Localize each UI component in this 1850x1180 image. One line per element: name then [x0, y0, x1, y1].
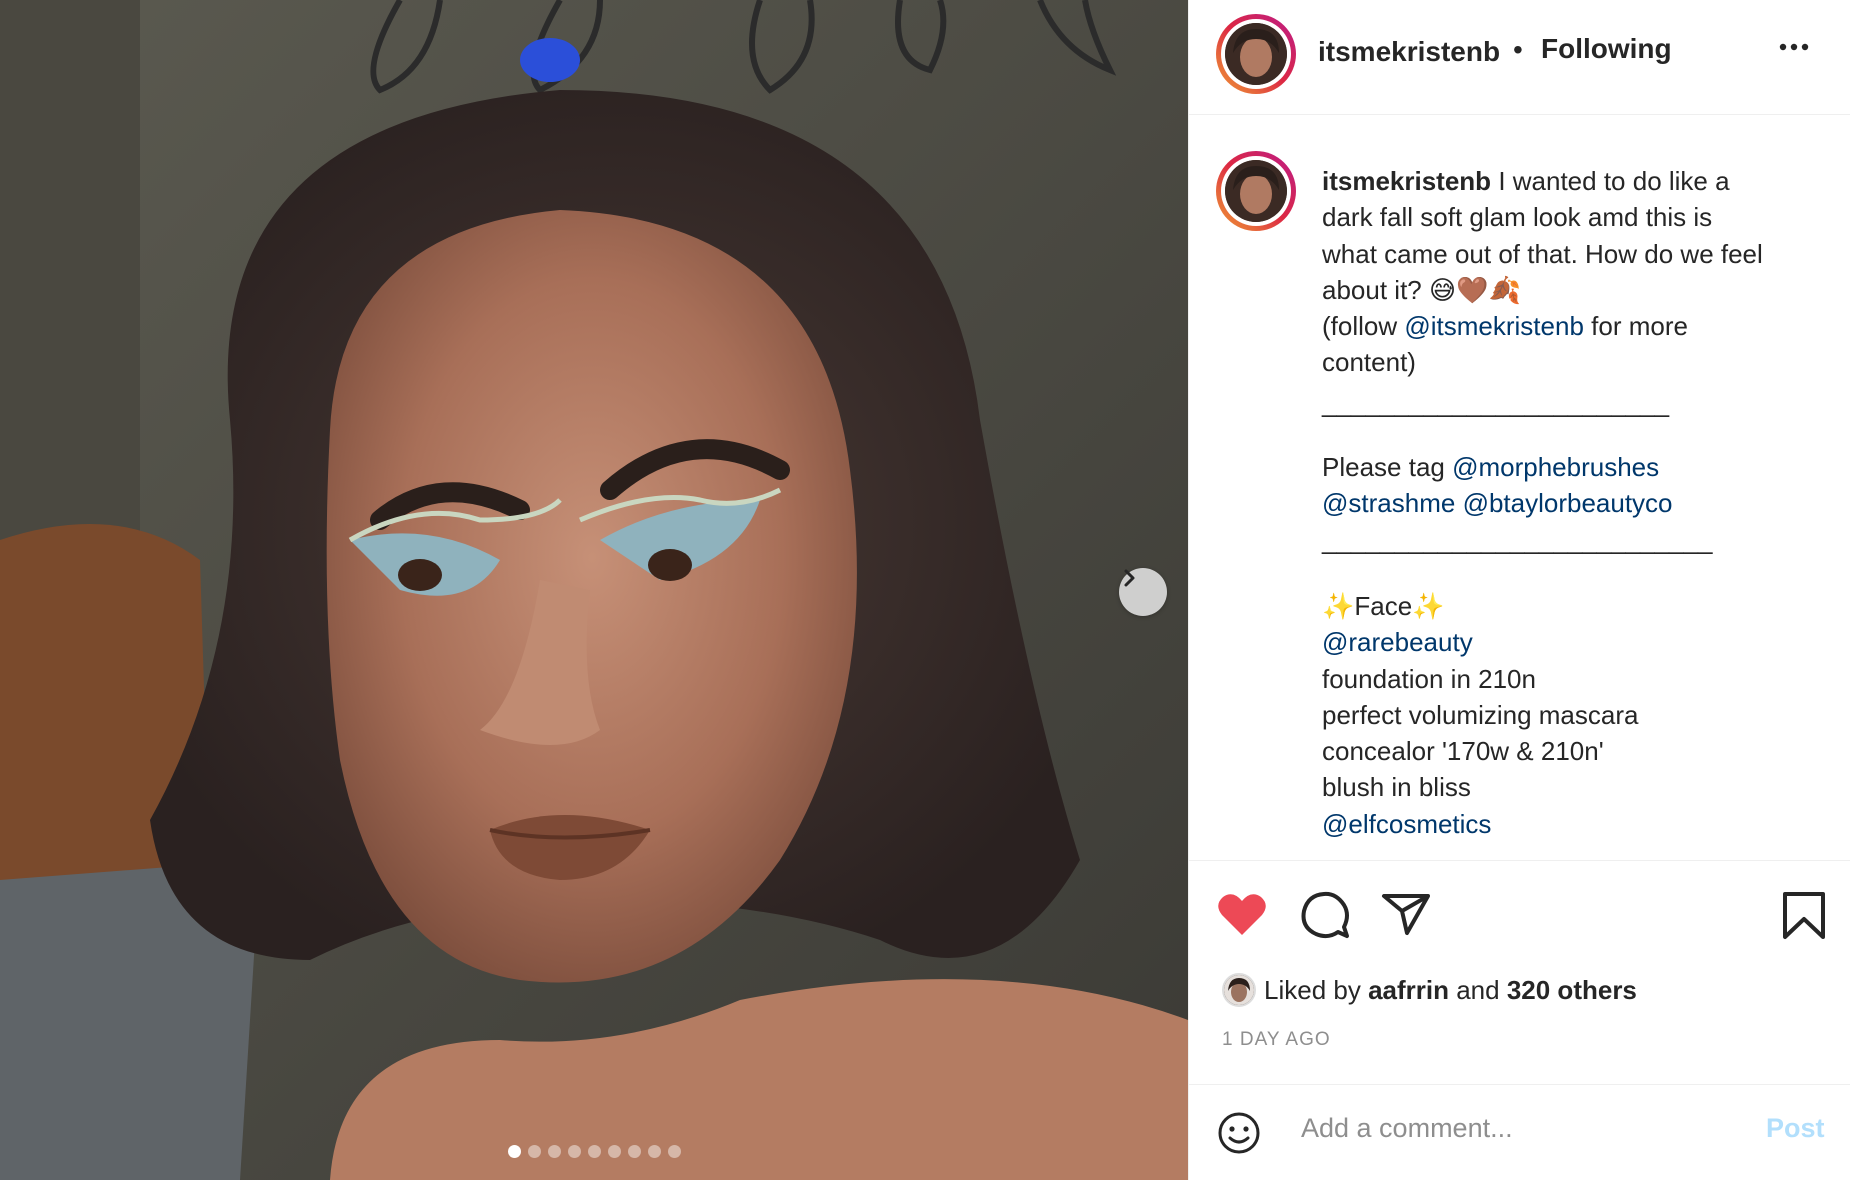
caption-line: foundation in 210n	[1322, 663, 1536, 694]
following-button[interactable]: Following	[1541, 33, 1672, 65]
caption-line: I wanted to do like a	[1498, 166, 1730, 196]
caption-text: itsmekristenb I wanted to do like a dark…	[1322, 163, 1827, 842]
mention-link[interactable]: @rarebeauty	[1322, 624, 1827, 660]
caption-line: dark fall soft glam look amd this is	[1322, 202, 1713, 233]
carousel-dot	[587, 1145, 601, 1158]
save-button[interactable]	[1782, 891, 1826, 946]
mention-link[interactable]: @btaylorbeautyco	[1463, 488, 1673, 518]
chevron-right-icon	[1124, 569, 1135, 587]
share-button[interactable]	[1381, 891, 1431, 942]
more-options-button[interactable]	[1778, 40, 1810, 58]
caption-line: what came out of that. How do we feel	[1322, 238, 1763, 269]
carousel-dot	[527, 1145, 541, 1158]
comment-bar: Post	[1189, 1084, 1850, 1180]
liker-avatar[interactable]	[1222, 973, 1256, 1007]
carousel-dot-active	[507, 1145, 521, 1158]
caption-line: about it? 😅🤎🍂	[1322, 274, 1521, 305]
post-image	[0, 0, 1188, 1180]
post-actions: Liked by aafrrin and 320 others 1 DAY AG…	[1189, 860, 1850, 1080]
likes-summary: Liked by aafrrin and 320 others	[1222, 973, 1637, 1007]
mention-link[interactable]: @elfcosmetics	[1322, 806, 1827, 842]
liked-by-middle: and	[1449, 974, 1507, 1005]
liker-username[interactable]: aafrrin	[1368, 975, 1449, 1006]
likes-count-link[interactable]: 320 others	[1507, 975, 1637, 1006]
post-panel: itsmekristenb • Following itsmekristenb …	[1188, 0, 1850, 1180]
emoji-icon	[1218, 1112, 1260, 1154]
carousel-dot	[667, 1145, 681, 1158]
comment-button[interactable]	[1300, 891, 1350, 944]
caption-line: Please tag	[1322, 452, 1453, 483]
mention-link[interactable]: @strashme	[1322, 488, 1455, 518]
more-horizontal-icon	[1779, 43, 1809, 51]
carousel-dot	[567, 1145, 581, 1158]
carousel-indicator	[0, 1145, 1188, 1158]
post-comment-button[interactable]: Post	[1766, 1113, 1825, 1144]
caption-line: for more	[1583, 311, 1688, 342]
post-header: itsmekristenb • Following	[1189, 0, 1850, 115]
comment-icon	[1301, 891, 1349, 939]
caption-line: (follow	[1322, 311, 1405, 342]
post-photo	[0, 0, 1188, 1180]
post-timestamp: 1 DAY AGO	[1222, 1029, 1331, 1050]
caption-line: concealor '170w & 210n'	[1322, 736, 1604, 767]
bookmark-icon	[1783, 892, 1825, 939]
heart-filled-icon	[1218, 894, 1266, 935]
carousel-dot	[547, 1145, 561, 1158]
carousel-dot	[647, 1145, 661, 1158]
comment-input[interactable]	[1301, 1113, 1741, 1144]
emoji-button[interactable]	[1217, 1111, 1261, 1160]
like-button[interactable]	[1217, 891, 1267, 942]
next-image-button[interactable]	[1119, 568, 1167, 616]
carousel-dot	[607, 1145, 621, 1158]
caption-line: ✨Face✨	[1322, 590, 1445, 621]
username-link[interactable]: itsmekristenb	[1318, 36, 1500, 68]
avatar-image	[1225, 160, 1287, 222]
caption-line: blush in bliss	[1322, 772, 1471, 803]
caption-section: itsmekristenb I wanted to do like a dark…	[1189, 115, 1850, 860]
share-icon	[1382, 894, 1430, 935]
caption-avatar[interactable]	[1216, 151, 1296, 231]
mention-link[interactable]: @morphebrushes	[1452, 452, 1659, 482]
caption-line: perfect volumizing mascara	[1322, 699, 1639, 730]
mention-link[interactable]: @itsmekristenb	[1404, 311, 1584, 341]
carousel-dot	[627, 1145, 641, 1158]
caption-divider: ________________________	[1322, 387, 1670, 418]
caption-line: content)	[1322, 347, 1416, 378]
avatar-image	[1224, 975, 1254, 1005]
caption-divider: ___________________________	[1322, 524, 1713, 555]
liked-by-prefix: Liked by	[1264, 974, 1369, 1005]
avatar[interactable]	[1216, 14, 1296, 94]
avatar-image	[1225, 23, 1287, 85]
separator-dot: •	[1513, 34, 1523, 65]
caption-username[interactable]: itsmekristenb	[1322, 166, 1491, 196]
